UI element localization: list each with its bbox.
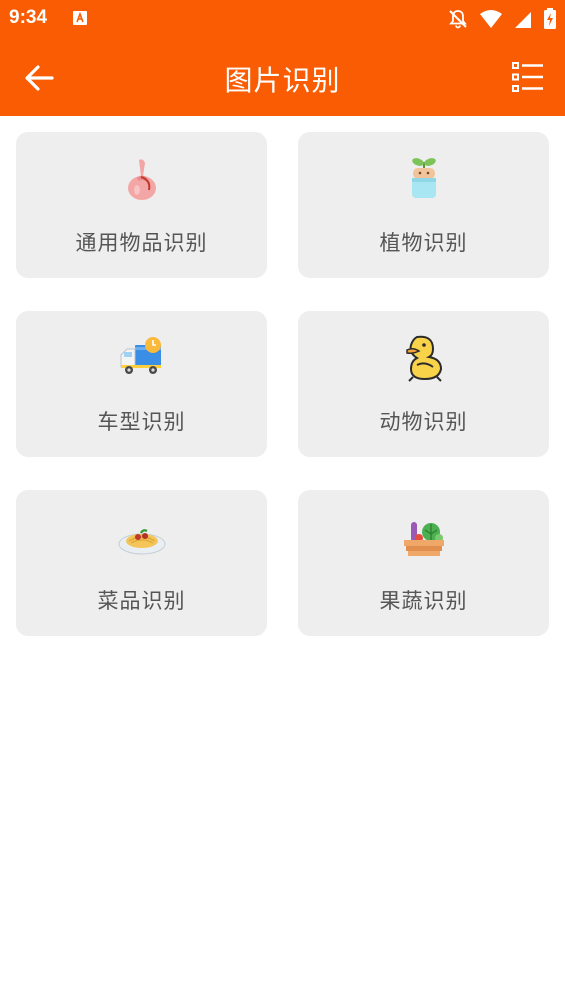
truck-icon [120, 337, 161, 374]
vegetable-basket-icon [403, 522, 444, 556]
card-animal[interactable]: 动物识别 [298, 311, 549, 457]
card-plant[interactable]: 植物识别 [298, 132, 549, 278]
bell-off-icon [447, 8, 469, 34]
card-label: 菜品识别 [97, 589, 186, 613]
sprout-pot-icon [411, 158, 436, 198]
card-label: 动物识别 [379, 410, 468, 434]
pasta-plate-icon [118, 529, 165, 555]
card-label: 植物识别 [379, 231, 468, 255]
list-menu-button[interactable] [511, 60, 545, 94]
card-fruit-vegetable[interactable]: 果蔬识别 [298, 490, 549, 636]
duck-icon [405, 335, 442, 382]
card-dish[interactable]: 菜品识别 [16, 490, 267, 636]
card-label: 果蔬识别 [379, 589, 468, 613]
card-label: 通用物品识别 [75, 231, 208, 255]
checklist-icon [512, 62, 543, 92]
card-vehicle[interactable]: 车型识别 [16, 311, 267, 457]
status-bar: 9:34 [0, 0, 565, 38]
page-title: 图片识别 [224, 64, 341, 97]
cellular-signal-icon [513, 9, 533, 33]
app-bar: 图片识别 [0, 38, 565, 116]
status-time: 9:34 [9, 7, 48, 28]
card-general-object[interactable]: 通用物品识别 [16, 132, 267, 278]
pouch-icon [127, 159, 156, 200]
card-label: 车型识别 [97, 410, 186, 434]
battery-charging-icon [543, 8, 557, 34]
font-notification-icon [72, 10, 88, 30]
wifi-icon [479, 9, 503, 33]
